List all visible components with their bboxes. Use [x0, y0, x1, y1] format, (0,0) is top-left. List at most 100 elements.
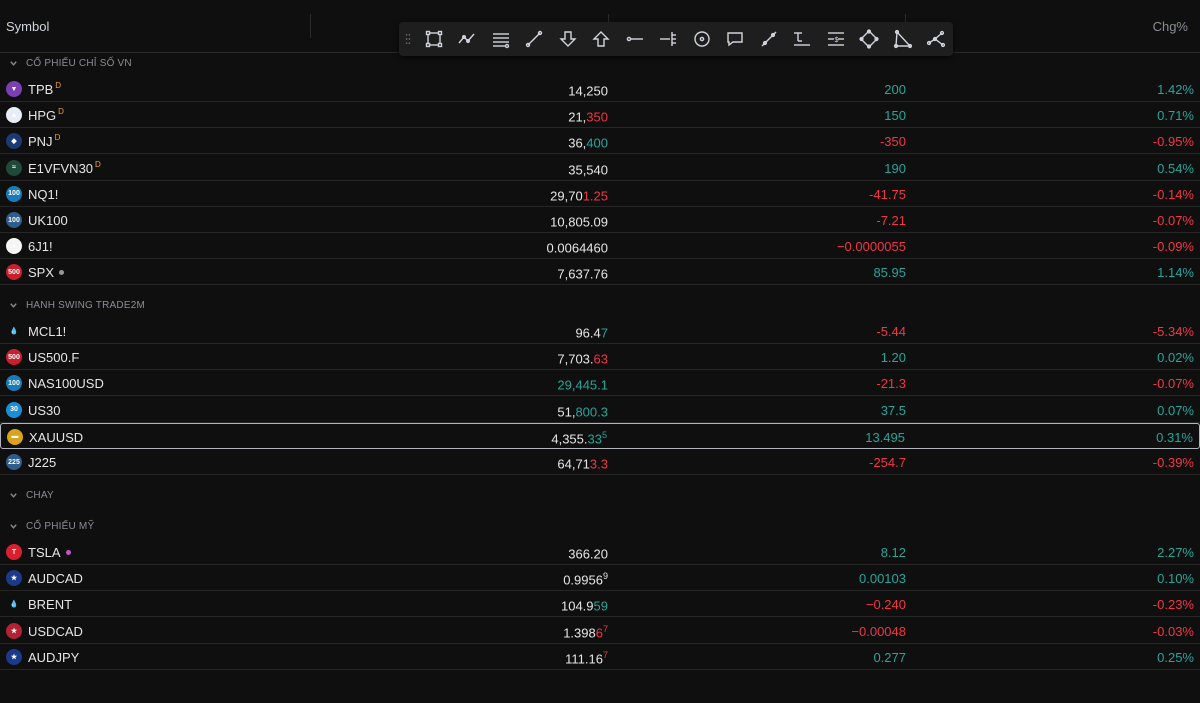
chevron-down-icon[interactable] [0, 59, 26, 68]
watchlist-row[interactable]: ▲ HPG D 21,350 150 0.71% [0, 102, 1200, 129]
last-price-base: 14,250 [568, 83, 608, 99]
symbol-label: USDCAD [28, 623, 83, 639]
watchlist-section[interactable]: CỔ PHIẾU MỸ [0, 513, 1200, 539]
symbol-name[interactable]: AUDJPY [28, 650, 79, 665]
watchlist-row[interactable]: ● 6J1! 0.0064460 −0.0000055 -0.09% [0, 233, 1200, 260]
last-price-base: 96.4 [575, 325, 601, 341]
symbol-label: US500.F [28, 350, 80, 366]
j225-logo-icon: 225 [6, 454, 22, 470]
change-percent: 0.25% [1157, 649, 1194, 665]
section-title: CỔ PHIẾU CHỈ SỐ VN [26, 57, 132, 69]
tpb-logo-icon: ▼ [6, 81, 22, 97]
change-value: 13.495 [865, 429, 905, 445]
symbol-label: E1VFVN30 [28, 160, 94, 176]
symbol-name[interactable]: NAS100USD [28, 376, 104, 391]
symbol-label: AUDCAD [28, 571, 83, 587]
watchlist-row[interactable]: 30 US30 51,800.3 37.5 0.07% [0, 397, 1200, 423]
watchlist-row[interactable]: 💧 BRENT 104.959 −0.240 -0.23% [0, 591, 1200, 618]
symbol-name[interactable]: US500.F [28, 350, 79, 365]
last-price-base: 51, [557, 403, 576, 419]
chevron-down-icon[interactable] [0, 522, 26, 531]
last-price-changing-digits: 350 [586, 109, 608, 125]
symbol-name[interactable]: XAUUSD [29, 430, 83, 445]
change-value: 85.95 [873, 265, 906, 281]
watchlist-row[interactable]: T TSLA 366.20 8.12 2.27% [0, 539, 1200, 565]
chevron-down-icon[interactable] [0, 301, 26, 310]
symbol-label: J225 [28, 455, 57, 470]
watchlist-row[interactable]: 100 NAS100USD 29,445.1 -21.3 -0.07% [0, 370, 1200, 397]
change-percent: -0.39% [1152, 455, 1194, 470]
change-value: −0.0000055 [836, 239, 906, 255]
watchlist-section[interactable]: CỔ PHIẾU CHỈ SỐ VN [0, 50, 1200, 76]
last-price-base: 7,703. [557, 351, 594, 367]
watchlist-row[interactable]: 500 SPX 7,637.76 85.95 1.14% [0, 259, 1200, 286]
last-price-base: 0.0064460 [546, 240, 608, 256]
watchlist-row[interactable]: 225 J225 64,713.3 -254.7 -0.39% [0, 449, 1200, 475]
last-price-changing-digits: 7 [600, 325, 608, 341]
last-price-base: 64,71 [557, 456, 590, 472]
aud-cad-flag-icon: ★ [6, 570, 22, 587]
etf-logo-icon: ≈ [6, 159, 22, 176]
symbol-name[interactable]: US30 [28, 403, 61, 418]
symbol-name[interactable]: SPX [28, 265, 65, 280]
change-value: -7.21 [876, 213, 906, 228]
last-price-base: 1.398 [563, 624, 596, 640]
watchlist-row[interactable]: ★ AUDJPY 111.167 0.277 0.25% [0, 644, 1200, 670]
symbol-label: PNJ [28, 134, 53, 150]
symbol-column-header[interactable]: Symbol [6, 19, 49, 34]
watchlist-section[interactable]: CHAY [0, 482, 1200, 508]
watchlist-row[interactable]: ★ USDCAD 1.39867 −0.00048 -0.03% [0, 618, 1200, 644]
watchlist-row[interactable]: ▬ XAUUSD 4,355.335 13.495 0.31% [0, 422, 1200, 449]
symbol-label: NAS100USD [28, 376, 104, 392]
chevron-down-icon[interactable] [0, 491, 26, 500]
symbol-name[interactable]: E1VFVN30 D [28, 160, 101, 176]
last-price-base: 111.16 [565, 651, 603, 667]
chg-pct-column-header[interactable]: Chg% [1153, 19, 1188, 34]
watchlist-row[interactable]: ★ AUDCAD 0.99569 0.00103 0.10% [0, 565, 1200, 592]
watchlist-row[interactable]: ◆ PNJ D 36,400 -350 -0.95% [0, 128, 1200, 155]
change-percent: -0.95% [1152, 134, 1194, 150]
symbol-name[interactable]: TSLA [28, 545, 71, 560]
last-price-base: 366.20 [568, 546, 608, 562]
watchlist-row[interactable]: 💧 MCL1! 96.47 -5.44 -5.34% [0, 318, 1200, 344]
symbol-name[interactable]: NQ1! [28, 187, 58, 202]
symbol-name[interactable]: MCL1! [28, 324, 66, 339]
symbol-name[interactable]: J225 [28, 455, 56, 470]
watchlist-row[interactable]: ▼ TPB D 14,250 200 1.42% [0, 76, 1200, 102]
nas100-logo-icon: 100 [6, 375, 22, 392]
symbol-name[interactable]: AUDCAD [28, 571, 83, 586]
symbol-name[interactable]: TPB D [28, 81, 61, 97]
watchlist-row[interactable]: ≈ E1VFVN30 D 35,540 190 0.54% [0, 155, 1200, 181]
last-price-base: 7,637.76 [557, 266, 608, 282]
last-price-base: 4,355. [551, 431, 588, 447]
change-value: 190 [884, 160, 906, 176]
last-price-base: 21, [568, 109, 587, 125]
change-percent: 0.54% [1157, 160, 1194, 176]
section-title: CHAY [26, 489, 54, 501]
watchlist-section[interactable]: HANH SWING TRADE2M [0, 292, 1200, 318]
last-price-sup-digit: 7 [602, 623, 608, 634]
svg-text:$: $ [834, 37, 838, 44]
watchlist-row[interactable]: 500 US500.F 7,703.63 1.20 0.02% [0, 344, 1200, 371]
drag-handle-icon[interactable] [399, 32, 417, 46]
usd-cad-flag-icon: ★ [6, 622, 22, 639]
change-percent: -0.09% [1152, 239, 1194, 255]
symbol-name[interactable]: 6J1! [28, 239, 53, 254]
change-percent: 0.07% [1157, 402, 1194, 418]
last-price-changing-digits: 59 [593, 598, 608, 614]
column-divider[interactable] [310, 14, 311, 38]
watchlist-row[interactable]: 100 NQ1! 29,701.25 -41.75 -0.14% [0, 181, 1200, 207]
symbol-name[interactable]: PNJ D [28, 133, 60, 150]
last-price-changing-digits: 1.25 [582, 188, 608, 204]
tesla-logo-icon: T [6, 544, 22, 560]
symbol-name[interactable]: BRENT [28, 597, 72, 612]
change-value: −0.00048 [851, 623, 906, 639]
watchlist-row[interactable]: 100 UK100 10,805.09 -7.21 -0.07% [0, 207, 1200, 233]
symbol-name[interactable]: USDCAD [28, 624, 83, 639]
last-price-base: 29,70 [550, 188, 583, 204]
symbol-name[interactable]: HPG D [28, 107, 64, 123]
symbol-name[interactable]: UK100 [28, 213, 68, 228]
last-price-changing-digits: 800.3 [575, 403, 608, 419]
change-value: 1.20 [880, 350, 906, 366]
last-price-changing-digits: 6 [595, 624, 603, 640]
